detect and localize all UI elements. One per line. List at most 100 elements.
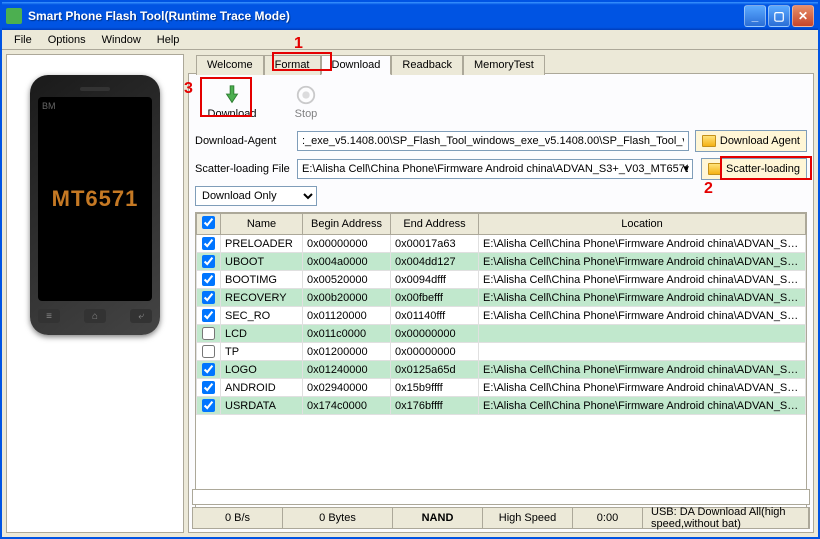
row-name: LOGO [221,361,303,379]
window-buttons: _ ▢ ✕ [744,5,814,27]
progress-bar [192,489,810,505]
row-checkbox[interactable] [202,381,215,394]
tab-memorytest[interactable]: MemoryTest [463,55,545,75]
download-agent-row: Download-Agent Download Agent [195,130,807,152]
main-pane: Welcome Format Download Readback MemoryT… [188,54,814,533]
row-name: USRDATA [221,397,303,415]
row-checkbox[interactable] [202,363,215,376]
menu-file[interactable]: File [6,32,40,48]
scatter-loading-browse-label: Scatter-loading [726,163,800,175]
download-mode-select[interactable]: Download Only [195,186,317,206]
menu-options[interactable]: Options [40,32,94,48]
phone-menu-icon: ≡ [38,309,60,323]
table-row[interactable]: SEC_RO0x011200000x01140fffE:\Alisha Cell… [197,307,806,325]
maximize-button[interactable]: ▢ [768,5,790,27]
download-agent-label: Download-Agent [195,135,291,147]
stop-icon [295,84,317,106]
stop-button[interactable]: Stop [281,84,331,120]
row-name: UBOOT [221,253,303,271]
row-location: E:\Alisha Cell\China Phone\Firmware Andr… [479,289,806,307]
header-end[interactable]: End Address [391,214,479,235]
table-row[interactable]: RECOVERY0x00b200000x00fbefffE:\Alisha Ce… [197,289,806,307]
download-agent-browse-button[interactable]: Download Agent [695,130,807,152]
folder-icon [702,135,716,147]
mode-row: Download Only [195,186,807,206]
row-location: E:\Alisha Cell\China Phone\Firmware Andr… [479,361,806,379]
window-title: Smart Phone Flash Tool(Runtime Trace Mod… [28,9,744,23]
row-begin: 0x174c0000 [303,397,391,415]
row-end: 0x0094dfff [391,271,479,289]
table-row[interactable]: LCD0x011c00000x00000000 [197,325,806,343]
row-name: BOOTIMG [221,271,303,289]
row-begin: 0x01200000 [303,343,391,361]
tab-welcome[interactable]: Welcome [196,55,264,75]
download-button-label: Download [208,108,257,120]
menu-help[interactable]: Help [149,32,188,48]
table-row[interactable]: UBOOT0x004a00000x004dd127E:\Alisha Cell\… [197,253,806,271]
header-checkbox[interactable] [197,214,221,235]
row-name: LCD [221,325,303,343]
row-begin: 0x00520000 [303,271,391,289]
header-location[interactable]: Location [479,214,806,235]
toolbar: Download Stop [195,80,807,124]
scatter-loading-input[interactable] [297,159,693,179]
tab-format[interactable]: Format [264,55,321,75]
dropdown-arrow-icon[interactable]: ▼ [681,164,691,175]
row-begin: 0x004a0000 [303,253,391,271]
download-agent-input[interactable] [297,131,689,151]
status-bar: 0 B/s 0 Bytes NAND High Speed 0:00 USB: … [192,507,810,529]
row-end: 0x00000000 [391,325,479,343]
row-name: TP [221,343,303,361]
table-row[interactable]: USRDATA0x174c00000x176bffffE:\Alisha Cel… [197,397,806,415]
phone-speaker [80,87,110,91]
row-name: ANDROID [221,379,303,397]
row-location: E:\Alisha Cell\China Phone\Firmware Andr… [479,379,806,397]
phone-back-icon: ⤶ [130,309,152,323]
table-row[interactable]: LOGO0x012400000x0125a65dE:\Alisha Cell\C… [197,361,806,379]
close-button[interactable]: ✕ [792,5,814,27]
row-begin: 0x02940000 [303,379,391,397]
download-agent-browse-label: Download Agent [720,135,800,147]
row-checkbox[interactable] [202,345,215,358]
phone-screen: MT6571 BM [38,97,152,301]
tab-readback[interactable]: Readback [391,55,463,75]
select-all-checkbox[interactable] [202,216,215,229]
status-bytes: 0 Bytes [283,508,393,528]
content-area: MT6571 BM ≡ ⌂ ⤶ Welcome Format Download … [2,50,818,537]
row-checkbox[interactable] [202,237,215,250]
table-row[interactable]: ANDROID0x029400000x15b9ffffE:\Alisha Cel… [197,379,806,397]
table-row[interactable]: TP0x012000000x00000000 [197,343,806,361]
menu-bar: File Options Window Help [2,30,818,50]
scatter-loading-label: Scatter-loading File [195,163,291,175]
row-end: 0x00000000 [391,343,479,361]
download-arrow-icon [221,84,243,106]
stop-button-label: Stop [295,108,318,120]
row-checkbox[interactable] [202,255,215,268]
row-checkbox[interactable] [202,291,215,304]
header-name[interactable]: Name [221,214,303,235]
row-checkbox[interactable] [202,273,215,286]
download-button[interactable]: Download [207,84,257,120]
status-flash: NAND [393,508,483,528]
app-icon [6,8,22,24]
row-location: E:\Alisha Cell\China Phone\Firmware Andr… [479,253,806,271]
table-row[interactable]: PRELOADER0x000000000x00017a63E:\Alisha C… [197,235,806,253]
row-begin: 0x01240000 [303,361,391,379]
minimize-button[interactable]: _ [744,5,766,27]
row-location: E:\Alisha Cell\China Phone\Firmware Andr… [479,397,806,415]
phone-nav-buttons: ≡ ⌂ ⤶ [38,309,152,323]
row-end: 0x15b9ffff [391,379,479,397]
folder-icon [708,163,722,175]
tab-download[interactable]: Download [321,55,392,75]
row-checkbox[interactable] [202,399,215,412]
scatter-loading-browse-button[interactable]: Scatter-loading [701,158,807,180]
status-speed: 0 B/s [193,508,283,528]
row-checkbox[interactable] [202,327,215,340]
table-row[interactable]: BOOTIMG0x005200000x0094dfffE:\Alisha Cel… [197,271,806,289]
partition-table-wrap: Name Begin Address End Address Location … [195,212,807,526]
header-begin[interactable]: Begin Address [303,214,391,235]
row-checkbox[interactable] [202,309,215,322]
tab-body: Download Stop Download-Agent Download Ag… [188,73,814,533]
scatter-loading-row: Scatter-loading File ▼ Scatter-loading [195,158,807,180]
menu-window[interactable]: Window [94,32,149,48]
